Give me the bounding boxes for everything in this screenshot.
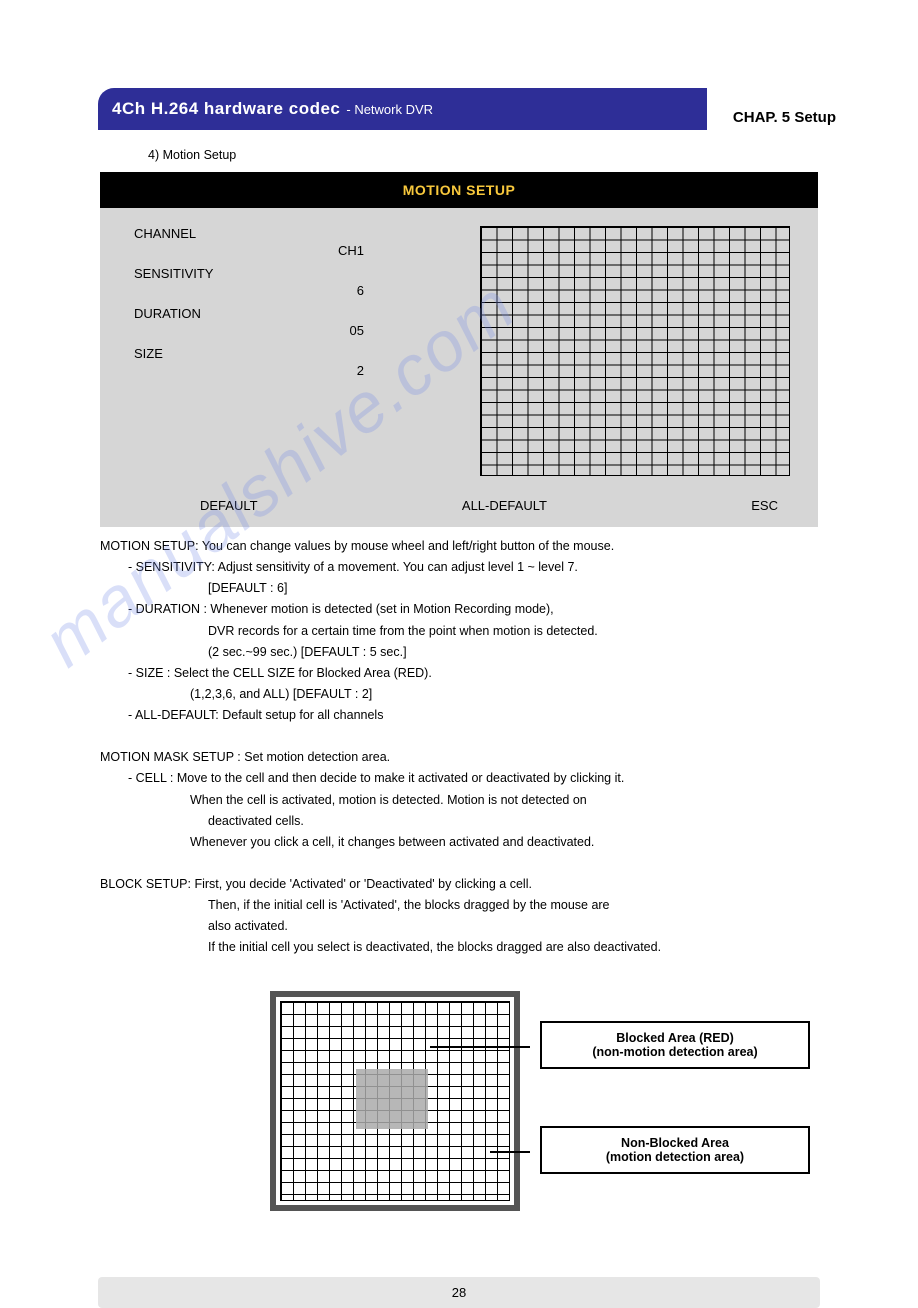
desc-block2: Then, if the initial cell is 'Activated'…	[100, 896, 848, 914]
callout-blocked-sub: (non-motion detection area)	[560, 1045, 790, 1059]
page-number-bar: 28	[98, 1277, 820, 1308]
section-title: 4) Motion Setup	[148, 148, 918, 162]
desc-mask-head: MOTION MASK SETUP : Set motion detection…	[100, 748, 848, 766]
callout-blocked-title: Blocked Area (RED)	[560, 1031, 790, 1045]
value-channel[interactable]: CH1	[134, 243, 364, 258]
panel-buttons-row: DEFAULT ALL-DEFAULT ESC	[100, 486, 818, 513]
panel-title: MOTION SETUP	[100, 172, 818, 208]
label-duration: DURATION	[134, 306, 434, 321]
value-sensitivity[interactable]: 6	[134, 283, 364, 298]
callout-blocked: Blocked Area (RED) (non-motion detection…	[540, 1021, 810, 1069]
callout-nonblocked-title: Non-Blocked Area	[560, 1136, 790, 1150]
chapter-label: CHAP. 5 Setup	[733, 109, 836, 126]
desc-duration-default: (2 sec.~99 sec.) [DEFAULT : 5 sec.]	[100, 643, 848, 661]
esc-button[interactable]: ESC	[751, 498, 778, 513]
default-button[interactable]: DEFAULT	[200, 498, 258, 513]
label-sensitivity: SENSITIVITY	[134, 266, 434, 281]
label-size: SIZE	[134, 346, 434, 361]
header-title-bold: 4Ch H.264 hardware codec	[112, 99, 340, 119]
desc-cell: - CELL : Move to the cell and then decid…	[100, 769, 848, 787]
diagram-container: Blocked Area (RED) (non-motion detection…	[0, 991, 918, 1231]
desc-cell4: Whenever you click a cell, it changes be…	[100, 833, 848, 851]
header-title-sub: - Network DVR	[346, 102, 433, 117]
connector-line-2	[490, 1151, 530, 1153]
desc-size: - SIZE : Select the CELL SIZE for Blocke…	[100, 664, 848, 682]
header-blue-strip: 4Ch H.264 hardware codec - Network DVR	[98, 88, 709, 130]
desc-sensitivity: - SENSITIVITY: Adjust sensitivity of a m…	[100, 558, 848, 576]
blocked-area-highlight	[356, 1069, 428, 1129]
desc-cell2: When the cell is activated, motion is de…	[100, 791, 848, 809]
callout-nonblocked-sub: (motion detection area)	[560, 1150, 790, 1164]
desc-duration: - DURATION : Whenever motion is detected…	[100, 600, 848, 618]
connector-line-1	[430, 1046, 530, 1048]
all-default-button[interactable]: ALL-DEFAULT	[462, 498, 547, 513]
chapter-tab: CHAP. 5 Setup	[707, 88, 862, 130]
value-duration[interactable]: 05	[134, 323, 364, 338]
description-block: MOTION SETUP: You can change values by m…	[100, 537, 848, 957]
desc-motion-setup: MOTION SETUP: You can change values by m…	[100, 537, 848, 555]
desc-duration2: DVR records for a certain time from the …	[100, 622, 848, 640]
value-size[interactable]: 2	[134, 363, 364, 378]
callout-nonblocked: Non-Blocked Area (motion detection area)	[540, 1126, 810, 1174]
desc-block-head: BLOCK SETUP: First, you decide 'Activate…	[100, 875, 848, 893]
diagram-grid	[270, 991, 520, 1211]
motion-setup-panel: MOTION SETUP CHANNEL CH1 SENSITIVITY 6 D…	[100, 172, 818, 527]
page-number: 28	[452, 1285, 466, 1300]
desc-size-default: (1,2,3,6, and ALL) [DEFAULT : 2]	[100, 685, 848, 703]
desc-block4: If the initial cell you select is deacti…	[100, 938, 848, 956]
label-channel: CHANNEL	[134, 226, 434, 241]
motion-grid-column	[480, 226, 790, 486]
motion-detection-grid[interactable]	[480, 226, 790, 476]
header-bar: 4Ch H.264 hardware codec - Network DVR C…	[98, 88, 862, 130]
desc-sensitivity-default: [DEFAULT : 6]	[100, 579, 848, 597]
desc-cell3: deactivated cells.	[100, 812, 848, 830]
settings-column: CHANNEL CH1 SENSITIVITY 6 DURATION 05 SI…	[134, 226, 434, 486]
desc-block3: also activated.	[100, 917, 848, 935]
desc-all-default: - ALL-DEFAULT: Default setup for all cha…	[100, 706, 848, 724]
